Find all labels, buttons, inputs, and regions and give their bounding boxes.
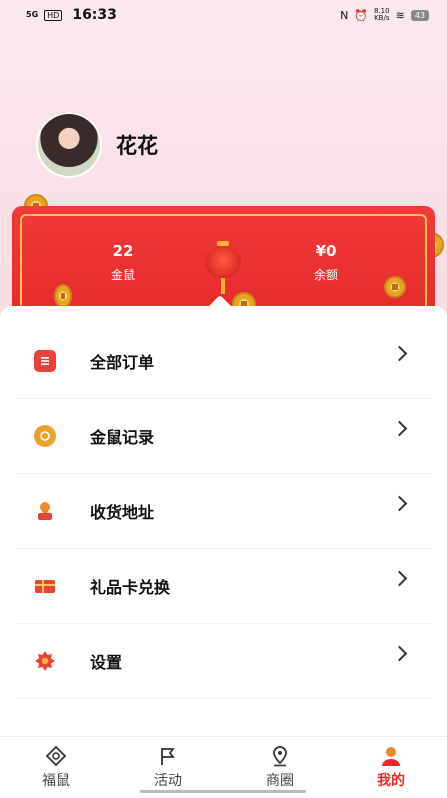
- profile-header[interactable]: 花花: [36, 112, 158, 178]
- chevron-right-icon: [391, 345, 408, 362]
- coin-decoration: [54, 284, 72, 308]
- home-indicator: [140, 790, 306, 793]
- tab-activity[interactable]: 活动: [128, 745, 208, 790]
- balance-stat[interactable]: ¥0 余额: [286, 242, 366, 283]
- home-icon: [45, 745, 67, 767]
- balance-value: ¥0: [315, 242, 337, 260]
- location-icon: [34, 500, 56, 522]
- chevron-right-icon: [391, 570, 408, 587]
- nfc-icon: Ν: [340, 8, 349, 22]
- menu-item-settings[interactable]: 设置: [16, 624, 431, 699]
- username: 花花: [116, 134, 158, 158]
- menu-item-orders[interactable]: 全部订单: [16, 324, 431, 399]
- menu-item-label: 金鼠记录: [90, 428, 155, 447]
- wallet-card: 22 金鼠 ¥0 余额: [12, 206, 435, 316]
- tab-label: 福鼠: [42, 773, 70, 789]
- menu-item-label: 礼品卡兑换: [90, 578, 171, 597]
- menu-item-address[interactable]: 收货地址: [16, 474, 431, 549]
- net-speed: 8.10 KB/s: [374, 7, 390, 22]
- battery-indicator: 43: [410, 9, 429, 21]
- tab-label: 活动: [154, 773, 182, 789]
- tab-home[interactable]: 福鼠: [16, 745, 96, 790]
- flag-icon: [157, 745, 179, 767]
- signal-indicator: 5G: [26, 10, 39, 19]
- coin-record-icon: [34, 425, 56, 447]
- orders-icon: [34, 350, 56, 372]
- gold-stat[interactable]: 22 金鼠: [83, 242, 163, 283]
- gold-label: 金鼠: [110, 268, 135, 282]
- tab-label: 商圈: [266, 773, 294, 789]
- chevron-right-icon: [391, 420, 408, 437]
- status-bar: 5G HD 16:33 Ν ⏰ 8.10 KB/s ≋ 43: [0, 0, 447, 32]
- avatar[interactable]: [36, 112, 102, 178]
- balance-label: 余额: [313, 268, 338, 282]
- tab-mine[interactable]: 我的: [351, 745, 431, 790]
- chevron-right-icon: [391, 495, 408, 512]
- tab-label: 我的: [377, 773, 405, 789]
- menu-item-gold-record[interactable]: 金鼠记录: [16, 399, 431, 474]
- map-pin-icon: [269, 745, 291, 767]
- chevron-right-icon: [391, 645, 408, 662]
- bottom-tab-bar: 福鼠 活动 商圈 我的: [0, 736, 447, 798]
- user-icon: [380, 745, 402, 767]
- clock: 16:33: [72, 7, 117, 23]
- settings-icon: [34, 650, 56, 672]
- menu-item-label: 设置: [90, 653, 123, 672]
- coin-decoration: [384, 276, 406, 298]
- alarm-icon: ⏰: [354, 8, 368, 22]
- menu-item-label: 收货地址: [90, 503, 155, 522]
- hd-badge: HD: [44, 9, 63, 21]
- menu-item-gift-card[interactable]: 礼品卡兑换: [16, 549, 431, 624]
- wifi-icon: ≋: [395, 8, 405, 22]
- menu-item-label: 全部订单: [90, 353, 155, 372]
- tab-business-circle[interactable]: 商圈: [240, 745, 320, 790]
- lantern-decoration: [205, 241, 241, 294]
- gold-value: 22: [112, 242, 134, 260]
- gift-card-icon: [34, 575, 56, 597]
